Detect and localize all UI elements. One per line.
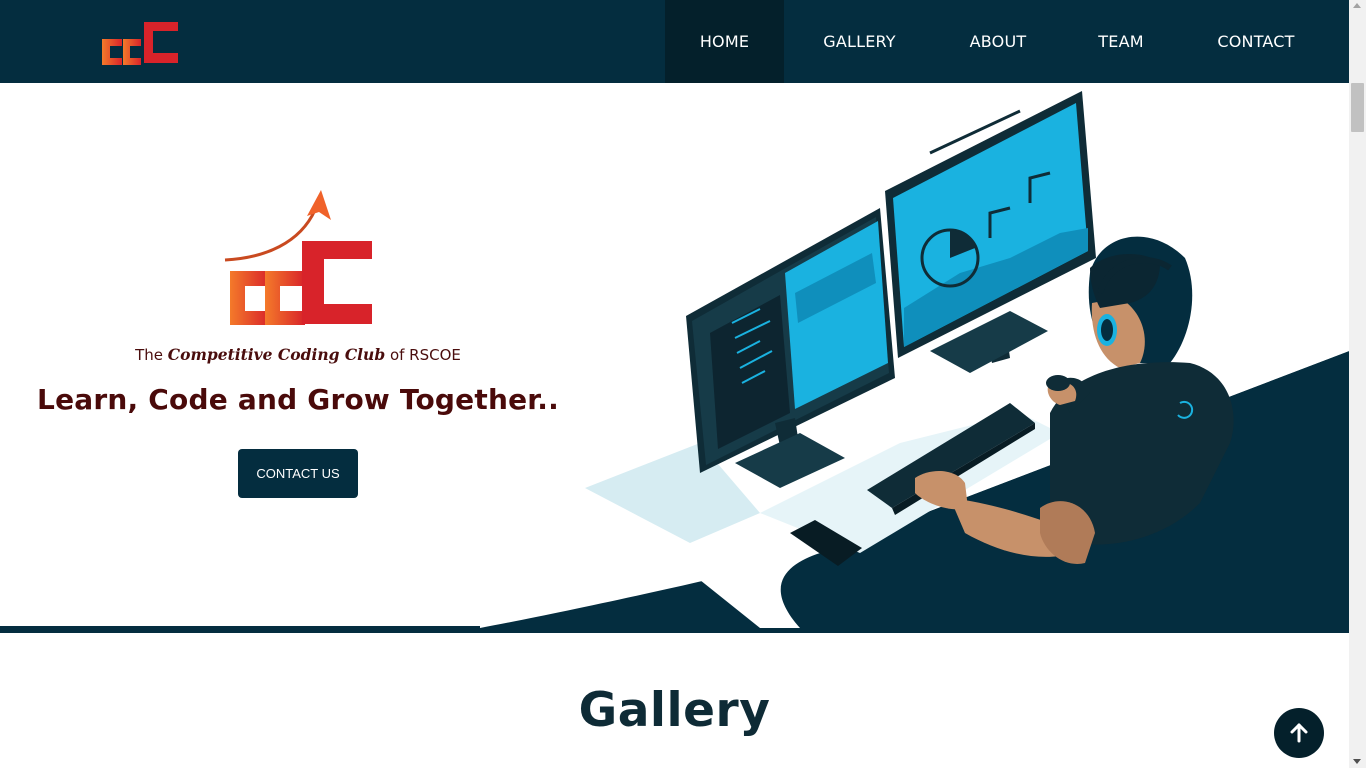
contact-us-button[interactable]: CONTACT US [238,449,358,498]
top-navbar: HOME GALLERY ABOUT TEAM CONTACT [0,0,1349,83]
nav-contact[interactable]: CONTACT [1181,0,1331,83]
hero-headline: Learn, Code and Grow Together.. [37,383,559,416]
hero-section: The Competitive Coding Club of RSCOE Lea… [0,83,1349,633]
main-nav: HOME GALLERY ABOUT TEAM CONTACT [665,0,1331,83]
nav-home[interactable]: HOME [665,0,784,83]
hero-bottom-divider [0,626,480,633]
back-to-top-button[interactable] [1274,708,1324,758]
nav-about[interactable]: ABOUT [935,0,1061,83]
arrow-up-icon [1290,723,1308,743]
ccc-hero-logo [224,190,372,325]
scroll-up-arrow-icon[interactable] [1353,3,1361,8]
scroll-down-arrow-icon[interactable] [1353,759,1361,764]
hero-tagline: The Competitive Coding Club of RSCOE [0,345,596,364]
scrollbar-thumb[interactable] [1351,83,1364,132]
tagline-club-name: Competitive Coding Club [167,345,386,364]
nav-team[interactable]: TEAM [1061,0,1181,83]
tagline-prefix: The [135,346,164,364]
ccc-logo[interactable] [100,17,180,67]
tagline-suffix: of RSCOE [389,346,461,364]
nav-gallery[interactable]: GALLERY [784,0,935,83]
gallery-heading: Gallery [578,683,771,738]
